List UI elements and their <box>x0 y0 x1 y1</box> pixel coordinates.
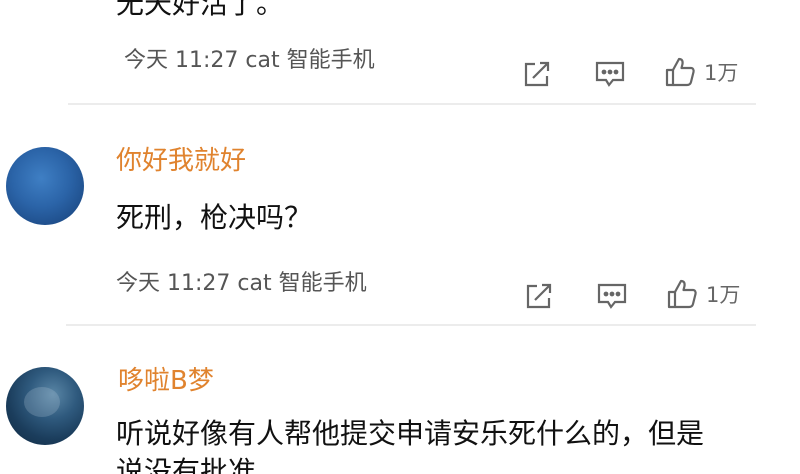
divider <box>66 324 756 326</box>
thumbs-up-icon <box>665 57 695 87</box>
comment-content-line: 说没有批准。 <box>116 455 285 474</box>
share-button[interactable] <box>522 60 552 88</box>
username[interactable]: 你好我就好 <box>116 140 246 177</box>
comment-time: 今天 11:27 <box>116 271 231 296</box>
like-button[interactable]: 1万 <box>666 278 740 310</box>
share-button[interactable] <box>524 282 554 310</box>
like-button[interactable]: 1万 <box>664 56 738 88</box>
comment-button[interactable] <box>594 60 626 88</box>
avatar[interactable] <box>6 147 84 225</box>
like-count: 1万 <box>706 283 741 307</box>
like-count: 1万 <box>704 61 739 85</box>
comment-meta: 今天 11:27 cat 智能手机 <box>116 265 367 297</box>
comment-icon <box>597 283 627 309</box>
comment-time: 今天 11:27 <box>124 48 239 73</box>
share-icon <box>526 283 552 309</box>
thumbs-up-icon <box>667 279 697 309</box>
comment-device: cat 智能手机 <box>245 48 375 73</box>
comment-content: 无天好活了。 <box>116 0 285 20</box>
avatar[interactable] <box>6 367 84 445</box>
comment-meta: 今天 11:27 cat 智能手机 <box>124 42 375 74</box>
share-icon <box>524 61 550 87</box>
username[interactable]: 哆啦B梦 <box>118 360 214 397</box>
comment-content: 死刑，枪决吗？ <box>116 201 313 234</box>
comment-button[interactable] <box>596 282 628 310</box>
divider <box>68 103 756 105</box>
comment-icon <box>595 61 625 87</box>
comment-device: cat 智能手机 <box>237 271 367 296</box>
comment-content-line: 听说好像有人帮他提交申请安乐死什么的，但是 <box>116 417 705 450</box>
